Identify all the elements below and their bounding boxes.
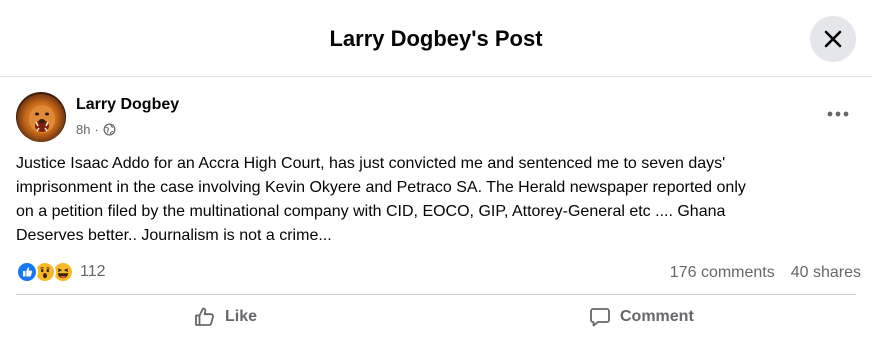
post-time[interactable]: 8h [76, 122, 90, 137]
post-text-line: Deserves better.. Journalism is not a cr… [16, 227, 332, 244]
action-bar: Like Comment [16, 294, 856, 334]
like-reaction-icon [16, 261, 38, 283]
avatar[interactable] [16, 92, 66, 142]
post-stats: 176 comments 40 shares [670, 264, 861, 282]
reaction-count[interactable]: 112 [80, 263, 106, 281]
comment-button[interactable]: Comment [588, 299, 694, 335]
thumbs-up-icon [195, 307, 214, 326]
post-options-button[interactable] [822, 102, 854, 126]
meta-separator: · [94, 122, 99, 137]
lion-avatar-image [16, 92, 66, 142]
post-text-line: on a petition filed by the multinational… [16, 203, 726, 220]
post-meta: 8h · [76, 122, 116, 137]
like-button[interactable]: Like [193, 299, 257, 335]
comment-icon [590, 308, 610, 327]
globe-icon[interactable] [103, 123, 116, 136]
comments-count[interactable]: 176 comments [670, 264, 775, 282]
post-text-line: imprisonment in the case involving Kevin… [16, 179, 746, 196]
post-body: Justice Isaac Addo for an Accra High Cou… [16, 152, 864, 248]
modal-title: Larry Dogbey's Post [329, 26, 543, 51]
reactions-summary[interactable]: 112 [16, 261, 106, 283]
post-text-line: Justice Isaac Addo for an Accra High Cou… [16, 155, 726, 172]
comment-label: Comment [620, 308, 694, 325]
author-name[interactable]: Larry Dogbey [76, 96, 179, 114]
shares-count[interactable]: 40 shares [791, 264, 861, 282]
close-button[interactable] [810, 16, 856, 62]
close-icon [824, 30, 842, 48]
like-label: Like [225, 308, 258, 325]
modal-header: Larry Dogbey's Post [0, 0, 872, 77]
more-horizontal-icon [827, 111, 849, 117]
